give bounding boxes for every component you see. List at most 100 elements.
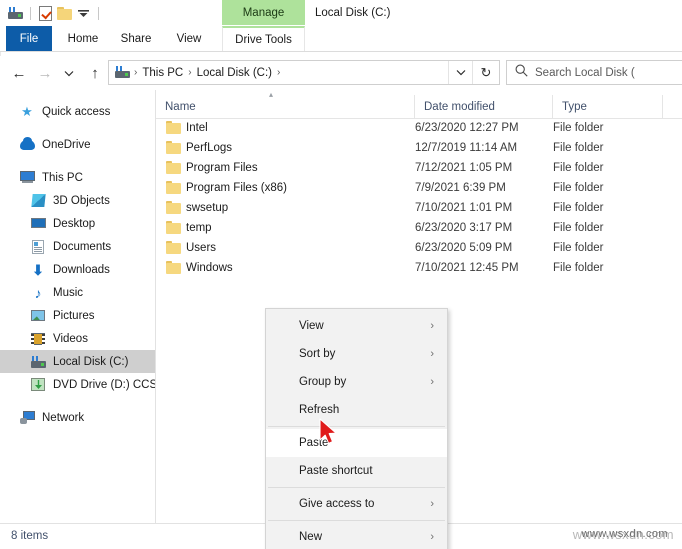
menu-item-group-by[interactable]: Group by › [266,368,447,396]
recent-locations-button[interactable] [60,62,78,84]
properties-icon[interactable] [36,4,55,23]
sort-ascending-icon: ▴ [269,90,274,99]
tab-share[interactable]: Share [112,26,160,52]
column-header-type[interactable]: Type [553,95,663,118]
sidebar-item-music[interactable]: ♪ Music [0,281,155,304]
file-date-modified: 7/12/2021 1:05 PM [415,162,513,174]
breadcrumb-item-local-disk[interactable]: Local Disk (C:) [194,67,275,79]
picture-icon [30,308,46,324]
menu-separator-1 [268,426,445,427]
sidebar-item-this-pc[interactable]: This PC [0,166,155,189]
new-folder-icon[interactable] [55,4,74,23]
sidebar-item-network[interactable]: Network [0,406,155,429]
address-bar: ← → ↑ › This PC › Local Disk (C:) › ↻ Se… [0,56,682,90]
drive-icon[interactable] [6,4,25,23]
folder-icon [166,181,181,194]
ribbon-divider [0,51,682,52]
item-count: 8 items [11,530,49,542]
table-row[interactable]: PerfLogs 12/7/2019 11:14 AM File folder [156,138,682,158]
sidebar-item-quick-access[interactable]: ★ Quick access [0,100,155,123]
navigation-pane: ★ Quick access OneDrive This PC 3D Objec… [0,90,155,523]
manage-label: Manage [242,6,285,19]
back-button[interactable]: ← [8,62,30,84]
file-date-modified: 7/10/2021 1:01 PM [415,202,513,214]
title-bar: Manage Local Disk (C:) [0,0,682,26]
drive-icon [115,64,130,82]
column-header-name[interactable]: Name ▴ [156,91,415,118]
chevron-down-icon [456,70,466,76]
breadcrumb-separator-2[interactable]: › [275,67,282,78]
table-row[interactable]: swsetup 7/10/2021 1:01 PM File folder [156,198,682,218]
sidebar-item-videos[interactable]: Videos [0,327,155,350]
sidebar-item-3d-objects[interactable]: 3D Objects [0,189,155,212]
menu-item-refresh[interactable]: Refresh [266,396,447,424]
column-header-date-modified[interactable]: Date modified [415,95,553,118]
nav-spacer-3 [0,396,155,406]
folder-icon [166,161,181,174]
address-dropdown-button[interactable] [448,61,473,84]
sidebar-item-pictures[interactable]: Pictures [0,304,155,327]
chevron-right-icon: › [430,319,434,332]
sidebar-item-documents[interactable]: Documents [0,235,155,258]
ribbon-tab-bar: File Home Share View Drive Tools [0,26,682,52]
star-icon: ★ [21,104,33,119]
menu-item-paste-shortcut[interactable]: Paste shortcut [266,457,447,485]
table-row[interactable]: Windows 7/10/2021 12:45 PM File folder [156,258,682,278]
drive-icon [30,354,46,370]
sidebar-item-local-disk-c[interactable]: Local Disk (C:) [0,350,155,373]
watermark-dark: www.wsxdn.com [581,528,668,540]
watermark: www.wsxdn.com www.wsxdn.com [573,527,674,542]
folder-icon [166,121,181,134]
tab-view[interactable]: View [166,26,212,52]
quick-access-toolbar [6,3,104,23]
sidebar-item-desktop[interactable]: Desktop [0,212,155,235]
column-header-row: Name ▴ Date modified Type [156,91,682,119]
sidebar-item-downloads[interactable]: ⬇ Downloads [0,258,155,281]
menu-separator-2 [268,487,445,488]
tab-drive-tools[interactable]: Drive Tools [222,26,305,52]
window-title: Local Disk (C:) [315,6,391,19]
nav-spacer-top [0,90,155,100]
file-explorer-window: Manage Local Disk (C:) File Home Share V… [0,0,682,549]
table-row[interactable]: Program Files (x86) 7/9/2021 6:39 PM Fil… [156,178,682,198]
chevron-down-icon [78,9,89,17]
menu-item-sort-by[interactable]: Sort by › [266,340,447,368]
menu-item-give-access-to[interactable]: Give access to › [266,490,447,518]
table-row[interactable]: Users 6/23/2020 5:09 PM File folder [156,238,682,258]
menu-item-paste[interactable]: Paste [266,429,447,457]
menu-item-new[interactable]: New › [266,523,447,549]
file-name: PerfLogs [186,142,233,154]
context-menu: View › Sort by › Group by › Refresh Past… [265,308,448,549]
breadcrumb-bar[interactable]: › This PC › Local Disk (C:) › ↻ [108,60,500,85]
customize-chevron-icon[interactable] [74,4,93,23]
network-icon [19,410,35,426]
file-date-modified: 7/10/2021 12:45 PM [415,262,519,274]
forward-button[interactable]: → [34,62,56,84]
chevron-right-icon: › [430,375,434,388]
tab-file[interactable]: File [6,26,52,52]
cloud-icon [19,136,35,153]
nav-spacer-1 [0,123,155,133]
file-type: File folder [553,262,604,274]
file-type: File folder [553,222,604,234]
up-button[interactable]: ↑ [84,62,106,84]
tab-home[interactable]: Home [58,26,108,52]
file-name: Intel [186,122,208,134]
chevron-down-icon [64,70,74,76]
file-type: File folder [553,162,604,174]
search-input[interactable]: Search Local Disk ( [506,60,682,85]
sidebar-item-onedrive[interactable]: OneDrive [0,133,155,156]
file-name: Users [186,242,217,254]
table-row[interactable]: Intel 6/23/2020 12:27 PM File folder [156,118,682,138]
table-row[interactable]: Program Files 7/12/2021 1:05 PM File fol… [156,158,682,178]
qat-separator-2 [98,6,99,20]
file-rows: Intel 6/23/2020 12:27 PM File folder Per… [156,118,682,278]
menu-item-view[interactable]: View › [266,312,447,340]
refresh-button[interactable]: ↻ [472,61,499,84]
file-type: File folder [553,142,604,154]
breadcrumb-item-this-pc[interactable]: This PC [139,67,186,79]
sidebar-item-dvd-drive-d[interactable]: DVD Drive (D:) CCSA [0,373,155,396]
file-date-modified: 6/23/2020 3:17 PM [415,222,513,234]
table-row[interactable]: temp 6/23/2020 3:17 PM File folder [156,218,682,238]
contextual-tab-group-manage[interactable]: Manage [222,0,305,25]
